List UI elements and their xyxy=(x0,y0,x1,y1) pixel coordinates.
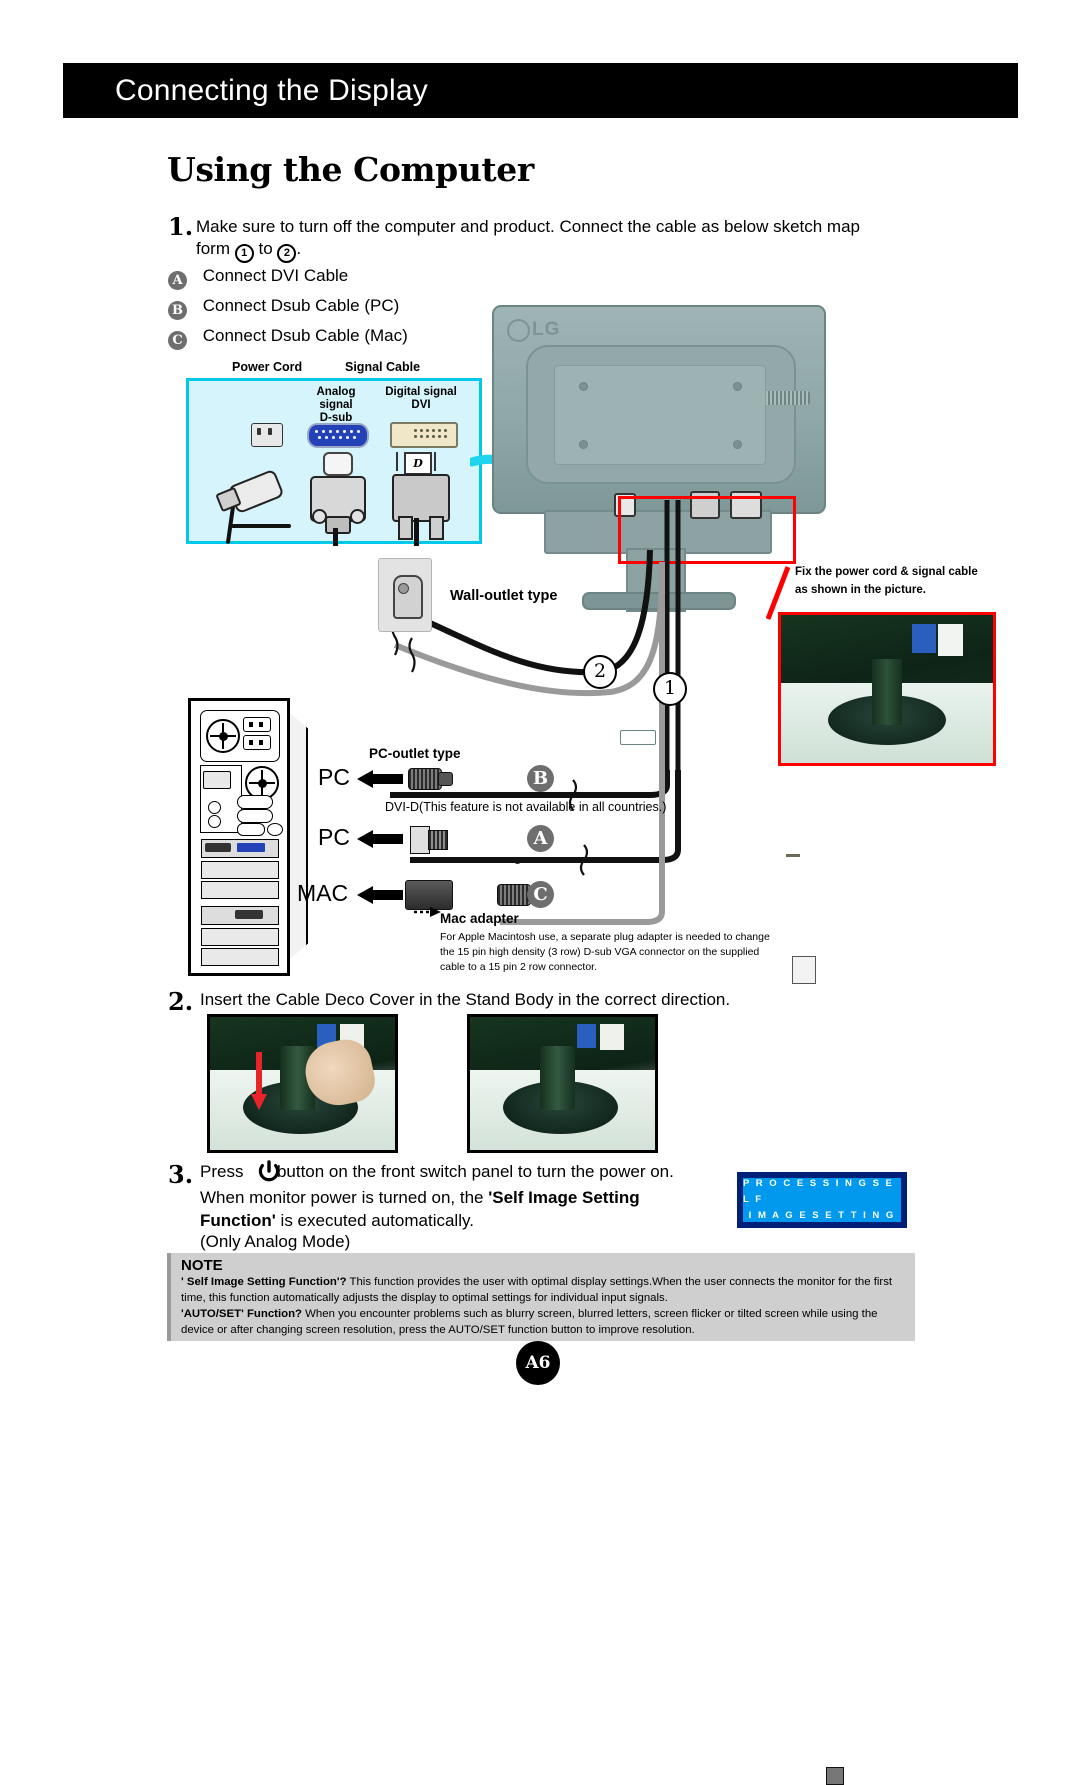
cable-option-a-label: Connect DVI Cable xyxy=(202,266,349,285)
step-3-number: 3. xyxy=(168,1160,194,1189)
photo-stand-column xyxy=(872,659,902,725)
cable-option-a: A Connect DVI Cable xyxy=(168,266,348,290)
dvi-cable-plug-pins xyxy=(428,830,448,850)
photo-white-connector xyxy=(599,1023,624,1051)
step3-line1-rest: button on the front switch panel to turn… xyxy=(276,1162,674,1181)
step3-line2-pre: When monitor power is turned on, the xyxy=(200,1188,484,1207)
device-label-pc-1: PC xyxy=(318,764,350,790)
round-port-icon xyxy=(267,823,283,836)
step-3-line4: (Only Analog Mode) xyxy=(200,1232,351,1251)
page-header-bar: Connecting the Display xyxy=(63,63,1018,118)
circled-number-1: 1 xyxy=(234,244,254,263)
note-p1-bold: ' Self Image Setting Function'? xyxy=(181,1276,347,1288)
power-outlet-icon xyxy=(243,735,271,750)
ps2-keyboard-port-icon xyxy=(208,801,221,814)
expansion-slot xyxy=(201,928,279,946)
step3-press-label: Press xyxy=(200,1162,244,1181)
page-header-title: Connecting the Display xyxy=(115,73,428,107)
note-paragraph-1: ' Self Image Setting Function'? This fun… xyxy=(181,1275,907,1306)
expansion-slot xyxy=(201,948,279,966)
note-title: NOTE xyxy=(181,1257,223,1274)
mac-adapter-center xyxy=(826,1767,844,1785)
step-1-number: 1. xyxy=(168,212,194,241)
cable-badge-b: B xyxy=(527,765,554,792)
ps2-mouse-port-icon xyxy=(208,815,221,828)
game-port-icon xyxy=(237,823,265,836)
photo-blue-connector xyxy=(912,623,936,654)
step-1-text: Make sure to turn off the computer and p… xyxy=(196,217,861,236)
dvi-cable-plug-body xyxy=(410,826,430,854)
mac-adapter-pointer-icon xyxy=(414,907,441,917)
step3-bold-1: 'Self Image Setting xyxy=(488,1188,640,1207)
arrow-left-icon-2 xyxy=(357,830,403,848)
device-label-mac: MAC xyxy=(297,880,349,906)
dsub-plug-nose-pc xyxy=(438,772,453,786)
cable-fixed-photo xyxy=(778,612,996,766)
osd-inner-panel: P R O C E S S I N G S E L F I M A G E S … xyxy=(743,1178,901,1222)
serial-port-icon xyxy=(237,795,273,809)
dsub-cable-plug-pc xyxy=(408,768,442,790)
cable-badge-c: C xyxy=(527,881,554,908)
wall-outlet-hole-icon xyxy=(398,583,409,594)
expansion-slot xyxy=(201,881,279,899)
osd-message-box: P R O C E S S I N G S E L F I M A G E S … xyxy=(737,1172,907,1228)
red-down-arrow-icon xyxy=(250,1051,267,1110)
step1-form-label: form xyxy=(196,239,230,258)
dvi-d-note-label: DVI-D(This feature is not available in a… xyxy=(385,800,667,814)
step3-bold-2: Function' xyxy=(200,1211,276,1230)
fan-icon xyxy=(206,719,240,753)
serial-port-icon-2 xyxy=(237,809,273,823)
mac-adapter-title: Mac adapter xyxy=(440,911,519,926)
osd-line-2: I M A G E S E T T I N G xyxy=(748,1210,896,1221)
note-paragraph-2: 'AUTO/SET' Function? When you encounter … xyxy=(181,1307,907,1338)
pc-outlet-type-label: PC-outlet type xyxy=(369,746,461,761)
wall-outlet-plug-icon xyxy=(393,575,423,619)
fix-cable-caption: Fix the power cord & signal cable as sho… xyxy=(795,566,978,596)
cable-badge-a: A xyxy=(527,825,554,852)
wall-outlet-label: Wall-outlet type xyxy=(450,588,558,604)
power-inlet-icon xyxy=(243,717,271,732)
photo-white-connector xyxy=(937,623,964,657)
power-icon xyxy=(258,1160,280,1182)
deco-cover-insert-photo xyxy=(207,1014,398,1153)
step-2-text: Insert the Cable Deco Cover in the Stand… xyxy=(200,990,731,1009)
step1-period: . xyxy=(296,239,302,258)
osd-line-1: P R O C E S S I N G S E L F xyxy=(743,1178,894,1205)
vga-card-port-icon xyxy=(205,843,231,852)
note-box: NOTE ' Self Image Setting Function'? Thi… xyxy=(167,1253,915,1341)
tower-rear-panel xyxy=(188,698,290,976)
mac-adapter-note: For Apple Macintosh use, a separate plug… xyxy=(440,931,770,973)
arrow-left-icon-1 xyxy=(357,770,403,788)
secondary-vga-port-icon xyxy=(235,910,263,919)
cable-number-1: 1 xyxy=(653,672,687,706)
circled-number-2: 2 xyxy=(277,244,297,263)
page-title: Using the Computer xyxy=(167,150,534,189)
deco-cover-installed-photo xyxy=(467,1014,658,1153)
step-2-number: 2. xyxy=(168,987,194,1016)
device-label-pc-2: PC xyxy=(318,824,350,850)
photo-blue-connector xyxy=(577,1023,596,1048)
expansion-slot xyxy=(201,861,279,879)
step-1-text-line2: form 1 to 2. xyxy=(196,239,301,263)
arrow-left-icon-3 xyxy=(357,886,403,904)
dvi-card-port-icon xyxy=(237,843,265,852)
step3-line3-post: is executed automatically. xyxy=(280,1211,474,1230)
dsub-cable-plug-mac xyxy=(497,884,531,906)
photo-stand-column xyxy=(540,1046,576,1111)
cable-number-2: 2 xyxy=(583,655,617,689)
note-p2-bold: 'AUTO/SET' Function? xyxy=(181,1308,303,1321)
step-3-line2: When monitor power is turned on, the 'Se… xyxy=(200,1186,720,1232)
parallel-port-icon xyxy=(203,771,231,789)
step1-to-label: to xyxy=(258,239,273,258)
pc-tower-illustration xyxy=(188,698,308,976)
badge-a-icon: A xyxy=(168,271,187,290)
page-number-badge: A6 xyxy=(516,1341,560,1385)
